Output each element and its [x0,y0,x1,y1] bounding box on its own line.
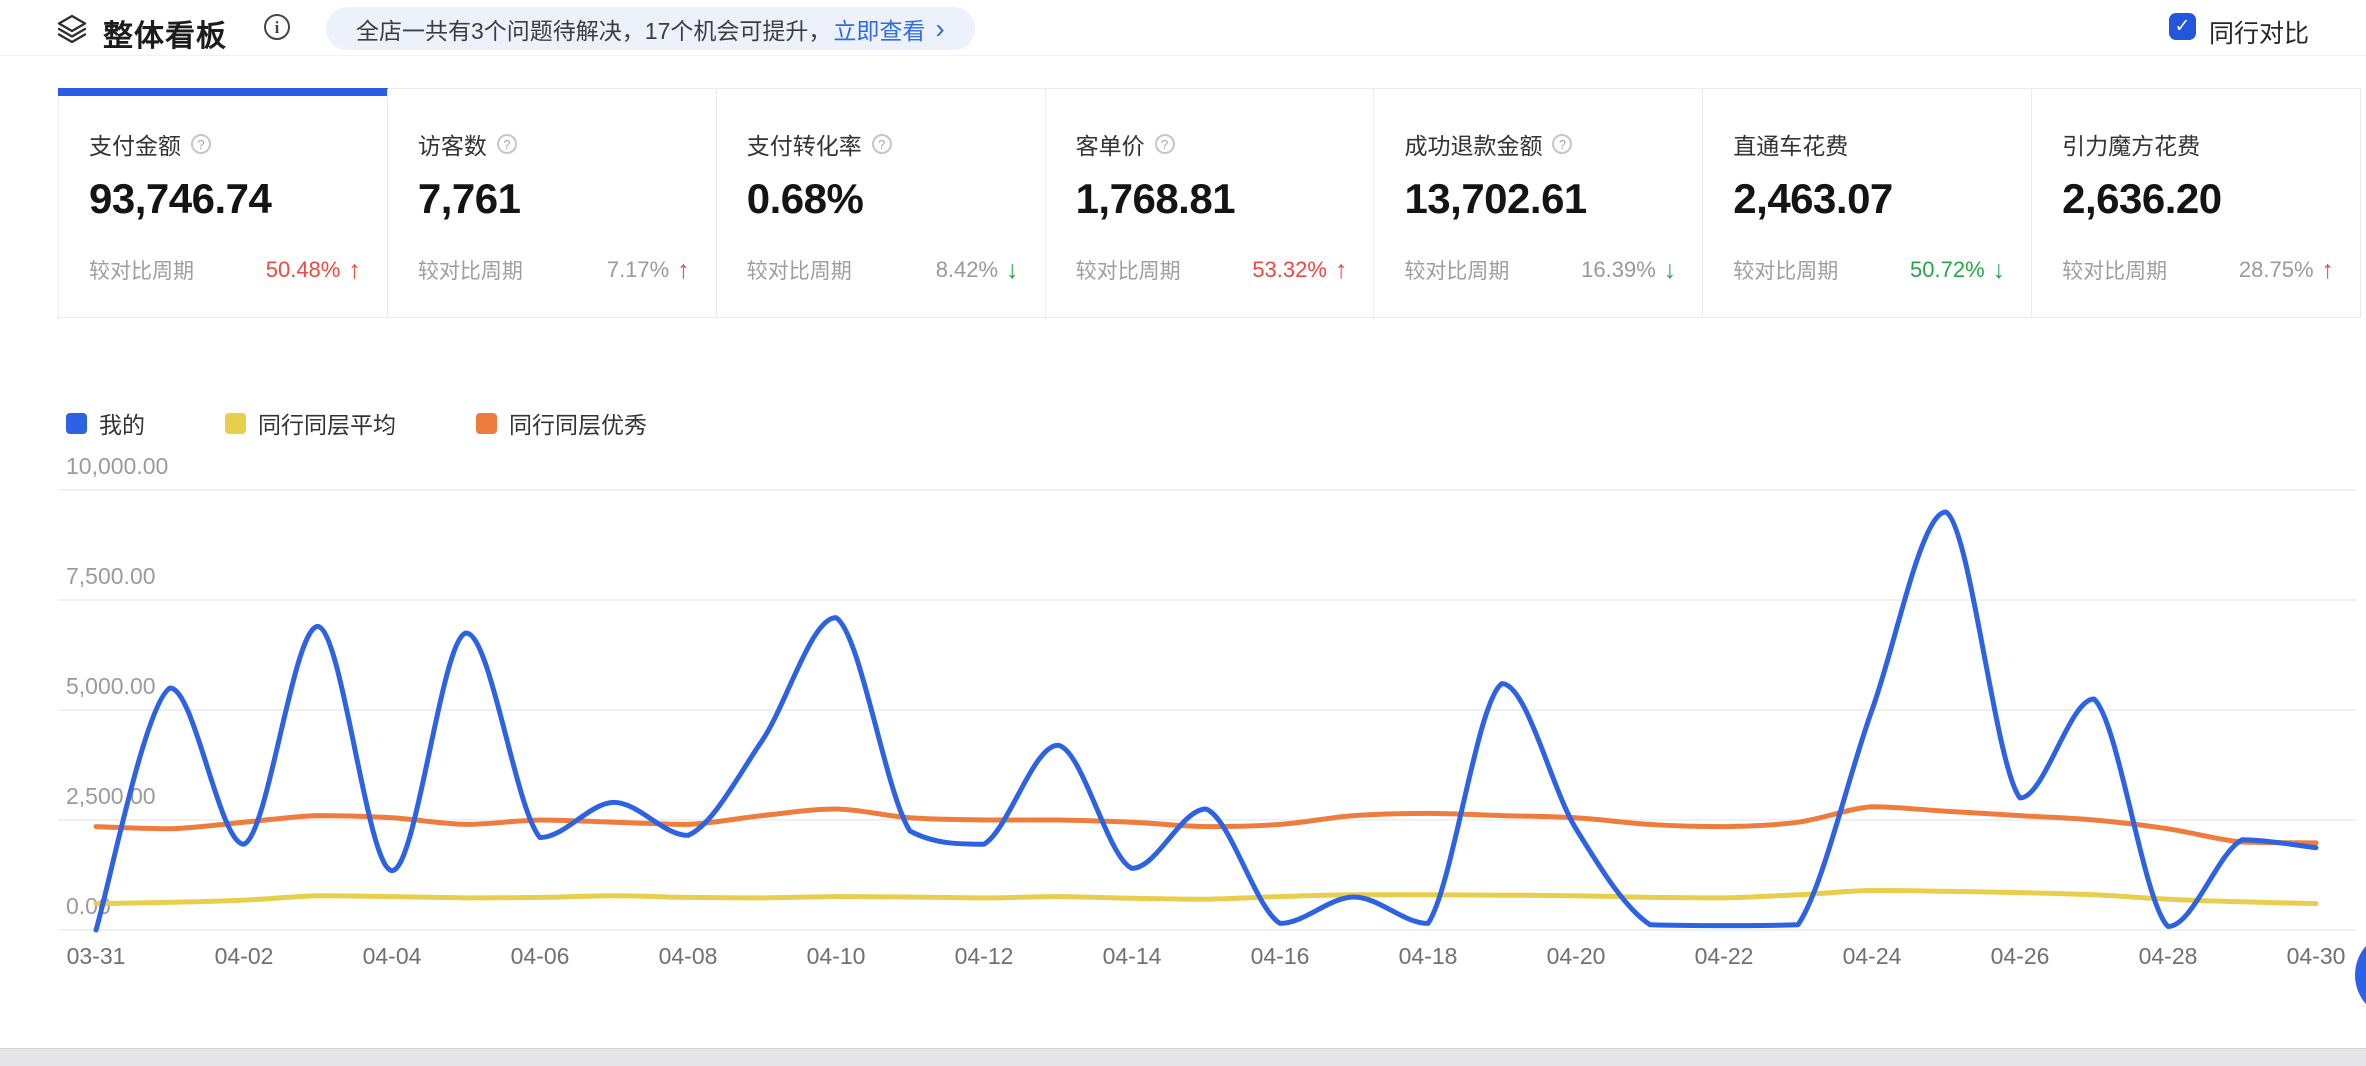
x-axis-tick-label: 04-14 [1103,943,1162,969]
x-axis-tick-label: 04-18 [1399,943,1458,969]
metric-title: 直通车花费 [1733,127,1848,161]
x-axis-tick-label: 04-04 [363,943,422,969]
compare-label: 较对比周期 [747,255,852,285]
notice-text: 全店一共有3个问题待解决，17个机会可提升， [356,12,831,46]
x-axis-tick-label: 04-28 [2139,943,2198,969]
x-axis-tick-label: 04-24 [1843,943,1902,969]
peer-compare-checkbox[interactable]: ✓ [2169,13,2196,40]
x-axis-tick-label: 04-02 [215,943,274,969]
y-axis-tick-label: 7,500.00 [66,563,156,589]
legend-label: 同行同层优秀 [509,406,647,440]
metric-value: 0.68% [747,175,1019,223]
help-icon[interactable]: ? [191,134,211,154]
help-icon[interactable]: ? [1552,134,1572,154]
x-axis-tick-label: 04-26 [1991,943,2050,969]
x-axis-tick-label: 03-31 [67,943,126,969]
x-axis-tick-label: 04-12 [955,943,1014,969]
series-line-2 [96,807,2316,843]
metric-card-ztc-spend[interactable]: 直通车花费 ? 2,463.07 较对比周期 50.72% ↓ [1702,89,2031,317]
compare-percent: 50.72% [1910,257,1985,283]
x-axis-tick-label: 04-30 [2287,943,2346,969]
compare-label: 较对比周期 [1733,255,1838,285]
trend-arrow-icon: ↑ [1335,258,1348,283]
metric-title: 引力魔方花费 [2062,127,2200,161]
metric-card-visitors[interactable]: 访客数 ? 7,761 较对比周期 7.17% ↑ [387,89,716,317]
page-title: 整体看板 [103,11,227,55]
compare-label: 较对比周期 [1404,255,1509,285]
metric-title: 客单价 [1076,127,1145,161]
header-bar: 整体看板 i 全店一共有3个问题待解决，17个机会可提升， 立即查看 › ✓ 同… [0,0,2366,56]
compare-percent: 7.17% [607,257,669,283]
y-axis-tick-label: 10,000.00 [66,453,168,479]
trend-chart: 10,000.007,500.005,000.002,500.000.0003-… [0,440,2366,1000]
metric-value: 1,768.81 [1076,175,1348,223]
x-axis-tick-label: 04-22 [1695,943,1754,969]
metric-title: 成功退款金额 [1404,127,1542,161]
chevron-right-icon[interactable]: › [935,15,944,43]
y-axis-tick-label: 5,000.00 [66,673,156,699]
legend-swatch-peer-average [225,413,246,434]
compare-percent: 50.48% [266,257,341,283]
x-axis-tick-label: 04-08 [659,943,718,969]
metric-value: 93,746.74 [89,175,361,223]
trend-arrow-icon: ↑ [677,258,690,283]
legend-swatch-peer-excellent [476,413,497,434]
trend-arrow-icon: ↑ [2322,258,2335,283]
metric-card-conversion-rate[interactable]: 支付转化率 ? 0.68% 较对比周期 8.42% ↓ [716,89,1045,317]
metric-value: 2,636.20 [2062,175,2334,223]
compare-percent: 8.42% [936,257,998,283]
metric-card-ylmf-spend[interactable]: 引力魔方花费 ? 2,636.20 较对比周期 28.75% ↑ [2031,89,2360,317]
metric-card-row: 支付金额 ? 93,746.74 较对比周期 50.48% ↑ 访客数 ? 7,… [58,88,2361,318]
metric-title: 支付金额 [89,127,181,161]
metric-value: 2,463.07 [1733,175,2005,223]
y-axis-tick-label: 2,500.00 [66,783,156,809]
legend-item-peer-excellent[interactable]: 同行同层优秀 [476,406,647,440]
help-icon[interactable]: ? [497,134,517,154]
legend-item-mine[interactable]: 我的 [66,406,145,440]
metric-card-refund-amount[interactable]: 成功退款金额 ? 13,702.61 较对比周期 16.39% ↓ [1373,89,1702,317]
chart-legend: 我的 同行同层平均 同行同层优秀 [66,406,647,440]
trend-arrow-icon: ↑ [348,258,361,283]
x-axis-tick-label: 04-20 [1547,943,1606,969]
layers-icon [56,13,88,45]
compare-label: 较对比周期 [418,255,523,285]
metric-title: 支付转化率 [747,127,862,161]
metric-title: 访客数 [418,127,487,161]
series-line-0 [96,512,2316,930]
help-icon[interactable]: ? [872,134,892,154]
legend-swatch-mine [66,413,87,434]
view-now-link[interactable]: 立即查看 [833,12,925,46]
x-axis-tick-label: 04-16 [1251,943,1310,969]
help-icon[interactable]: ? [1155,134,1175,154]
x-axis-tick-label: 04-06 [511,943,570,969]
compare-percent: 16.39% [1581,257,1656,283]
compare-percent: 28.75% [2239,257,2314,283]
trend-arrow-icon: ↓ [1006,258,1019,283]
series-line-1 [96,890,2316,903]
info-icon[interactable]: i [264,14,290,40]
trend-arrow-icon: ↓ [1993,258,2006,283]
trend-arrow-icon: ↓ [1664,258,1677,283]
metric-card-avg-order-value[interactable]: 客单价 ? 1,768.81 较对比周期 53.32% ↑ [1045,89,1374,317]
metric-card-pay-amount[interactable]: 支付金额 ? 93,746.74 较对比周期 50.48% ↑ [59,89,387,317]
metric-value: 13,702.61 [1404,175,1676,223]
bottom-scrollbar[interactable] [0,1048,2366,1066]
legend-item-peer-average[interactable]: 同行同层平均 [225,406,396,440]
legend-label: 同行同层平均 [258,406,396,440]
compare-percent: 53.32% [1252,257,1327,283]
peer-compare-label: 同行对比 [2209,14,2309,50]
compare-label: 较对比周期 [1076,255,1181,285]
overall-dashboard: 整体看板 i 全店一共有3个问题待解决，17个机会可提升， 立即查看 › ✓ 同… [0,0,2366,1066]
notice-banner: 全店一共有3个问题待解决，17个机会可提升， 立即查看 › [326,7,975,50]
compare-label: 较对比周期 [2062,255,2167,285]
compare-label: 较对比周期 [89,255,194,285]
legend-label: 我的 [99,406,145,440]
metric-value: 7,761 [418,175,690,223]
x-axis-tick-label: 04-10 [807,943,866,969]
active-tab-indicator [58,88,388,96]
